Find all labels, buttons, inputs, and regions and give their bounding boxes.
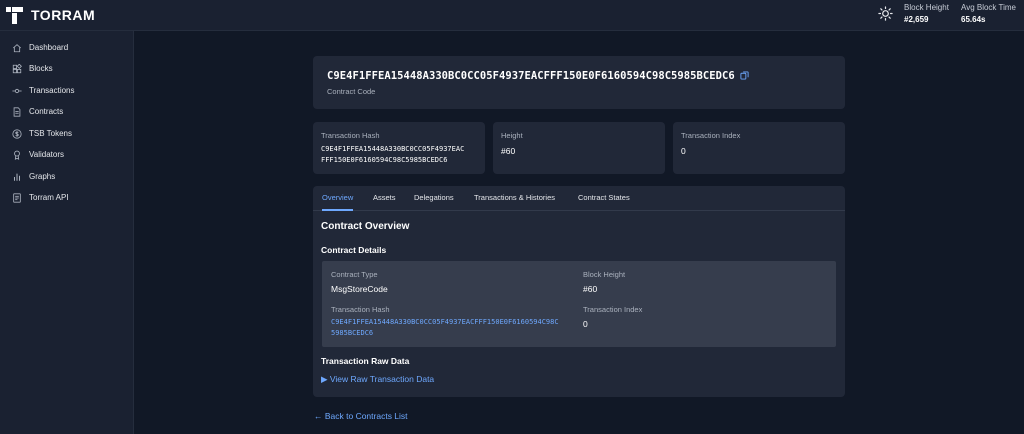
transactions-icon: [12, 88, 22, 94]
sidebar-item-validators[interactable]: Validators: [12, 148, 64, 162]
sidebar: Dashboard Blocks Transactions Contracts …: [0, 31, 134, 434]
home-icon: [12, 44, 22, 53]
logo[interactable]: TORRAM: [6, 7, 95, 24]
block-height-label: Block Height: [904, 3, 949, 12]
sidebar-item-tsb-tokens[interactable]: TSB Tokens: [12, 127, 72, 141]
back-to-contracts-link[interactable]: ← Back to Contracts List: [314, 411, 408, 421]
transaction-index-value: 0: [681, 146, 686, 156]
bar-chart-icon: [14, 173, 20, 181]
block-height-value: #2,659: [904, 15, 929, 24]
document-icon: [13, 107, 21, 117]
sidebar-item-graphs[interactable]: Graphs: [12, 170, 55, 184]
sun-icon[interactable]: [878, 6, 893, 21]
overview-title: Contract Overview: [321, 221, 410, 232]
sidebar-item-blocks[interactable]: Blocks: [12, 62, 53, 76]
raw-data-title: Transaction Raw Data: [321, 356, 410, 366]
tx-hash-detail-label: Transaction Hash: [331, 305, 390, 314]
validator-icon: [14, 150, 20, 160]
sidebar-item-label: Transactions: [29, 86, 75, 95]
tx-index-detail-label: Transaction Index: [583, 305, 643, 314]
tx-hash-detail-line: C9E4F1FFEA15448A330BC0CC05F4937EACFFF150…: [331, 318, 559, 326]
transaction-hash-card: Transaction Hash C9E4F1FFEA15448A330BC0C…: [313, 122, 485, 174]
height-value: #60: [501, 146, 516, 156]
copy-icon[interactable]: [740, 71, 749, 80]
tab-contract-states[interactable]: Contract States: [578, 186, 630, 211]
transaction-hash-line: C9E4F1FFEA15448A330BC0CC05F4937EAC: [321, 145, 465, 153]
sidebar-item-label: Graphs: [29, 172, 56, 181]
sidebar-item-dashboard[interactable]: Dashboard: [12, 41, 68, 55]
details-title: Contract Details: [321, 245, 387, 255]
block-height-detail-label: Block Height: [583, 270, 626, 279]
tx-hash-detail-line: 5985BCEDC6: [331, 328, 374, 337]
avg-block-time-value: 65.64s: [961, 15, 986, 24]
avg-block-time-label: Avg Block Time: [961, 3, 1016, 12]
contract-header-card: C9E4F1FFEA15448A330BC0CC05F4937EACFFF150…: [313, 56, 845, 109]
transaction-index-label: Transaction Index: [681, 131, 741, 140]
dollar-coin-icon: [12, 129, 22, 139]
transaction-index-card: Transaction Index 0: [673, 122, 845, 174]
brand-name: TORRAM: [31, 7, 96, 23]
contract-type-label: Contract Type: [331, 270, 378, 279]
view-raw-data-toggle[interactable]: ▶ View Raw Transaction Data: [321, 374, 434, 385]
contract-code-title: C9E4F1FFEA15448A330BC0CC05F4937EACFFF150…: [327, 70, 749, 82]
top-bar: TORRAM Block Height #2,659 Avg Block Tim…: [0, 0, 1024, 31]
block-height-detail-value: #60: [583, 284, 598, 294]
tab-transactions-histories[interactable]: Transactions & Histories: [474, 186, 555, 211]
blocks-icon: [12, 64, 22, 74]
tab-overview[interactable]: Overview: [322, 186, 354, 211]
sidebar-item-label: Torram API: [29, 193, 69, 202]
sidebar-item-torram-api[interactable]: Torram API: [12, 191, 69, 205]
transaction-hash-label: Transaction Hash: [321, 131, 380, 140]
tab-assets[interactable]: Assets: [373, 186, 396, 211]
sidebar-item-label: Blocks: [29, 64, 53, 73]
tx-hash-detail-link[interactable]: C9E4F1FFEA15448A330BC0CC05F4937EACFFF150…: [331, 317, 559, 338]
height-card: Height #60: [493, 122, 665, 174]
height-label: Height: [501, 131, 523, 140]
torram-logo-icon: [6, 7, 23, 24]
sidebar-item-contracts[interactable]: Contracts: [12, 105, 63, 119]
tab-delegations[interactable]: Delegations: [414, 186, 454, 211]
sidebar-item-label: Validators: [29, 150, 64, 159]
tx-index-detail-value: 0: [583, 319, 588, 329]
overview-panel: Overview Assets Delegations Transactions…: [313, 186, 845, 397]
contract-type-value: MsgStoreCode: [331, 284, 388, 294]
avg-block-time-stat: Avg Block Time 65.64s: [961, 3, 1016, 26]
transaction-hash-link[interactable]: C9E4F1FFEA15448A330BC0CC05F4937EAC FFF15…: [321, 144, 464, 165]
sidebar-item-label: Contracts: [29, 107, 64, 116]
transaction-hash-line: FFF150E0F6160594C98C5985BCEDC6: [321, 155, 448, 164]
contract-code: C9E4F1FFEA15448A330BC0CC05F4937EACFFF150…: [327, 70, 735, 82]
tab-bar: Overview Assets Delegations Transactions…: [313, 186, 845, 211]
contract-code-subtitle: Contract Code: [327, 87, 376, 96]
contract-details-box: Contract Type MsgStoreCode Block Height …: [322, 261, 836, 347]
api-doc-icon: [13, 193, 21, 203]
block-height-stat: Block Height #2,659: [904, 3, 949, 26]
sidebar-item-label: Dashboard: [29, 43, 69, 52]
sidebar-item-label: TSB Tokens: [29, 129, 72, 138]
sidebar-item-transactions[interactable]: Transactions: [12, 84, 75, 98]
